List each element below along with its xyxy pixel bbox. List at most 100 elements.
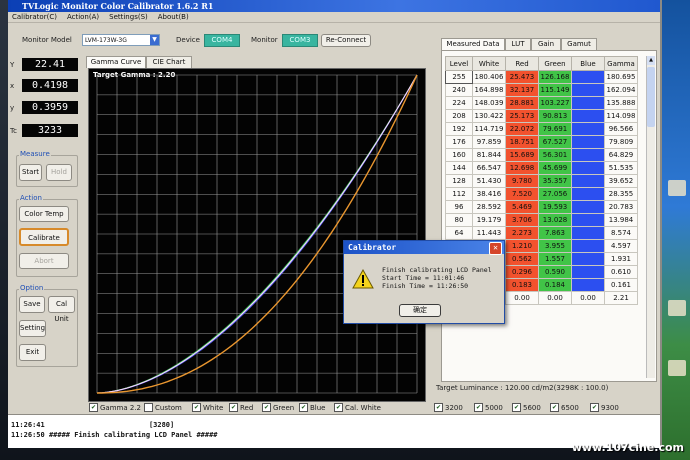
table-cell [571,109,605,123]
checkbox-icon[interactable]: ✔ [229,403,238,412]
reconnect-button[interactable]: Re-Connect [321,34,371,47]
table-row[interactable]: 240 164.898 32.137 115.149 162.094 [445,83,638,97]
table-row[interactable]: 208 130.422 25.173 90.813 114.098 [445,109,638,123]
check-label: Blue [310,403,326,412]
menu-about[interactable]: About(B) [158,12,189,22]
table-cell: 20.783 [604,200,638,214]
app-window: TVLogic Monitor Color Calibrator 1.6.2 R… [8,0,662,448]
checkbox-icon[interactable] [144,403,153,412]
check-lum-9300[interactable]: ✔ 9300 [590,403,619,412]
x-readout: 0.4198 [22,79,78,92]
readout-label: Tc [10,127,17,135]
table-row[interactable]: 128 51.430 9.780 35.357 39.652 [445,174,638,188]
menu-calibrator[interactable]: Calibrator(C) [12,12,57,22]
table-cell: 13.028 [538,213,572,227]
check-cal-white[interactable]: ✔ Cal. White [334,403,381,412]
check-custom[interactable]: Custom [144,403,182,412]
table-cell [571,187,605,201]
table-cell [571,96,605,110]
table-cell: 96 [445,200,473,214]
desktop-icon[interactable] [668,300,686,316]
monitor-model-select[interactable]: LVM-173W-3G ▼ [82,34,160,46]
table-cell [571,265,605,279]
check-lum-3200[interactable]: ✔ 3200 [434,403,463,412]
table-cell: 13.984 [604,213,638,227]
ok-button[interactable]: 确定 [399,304,441,317]
table-cell: 3.706 [505,213,539,227]
check-label: Cal. White [345,403,381,412]
table-cell [571,148,605,162]
tab-cie-chart[interactable]: CIE Chart [146,56,192,68]
checkbox-icon[interactable]: ✔ [474,403,483,412]
scrollbar-thumb[interactable] [647,67,655,127]
checkbox-icon[interactable]: ✔ [192,403,201,412]
abort-button[interactable]: Abort [19,253,69,269]
save-button[interactable]: Save [19,296,45,313]
table-row[interactable]: 112 38.416 7.520 27.056 28.355 [445,187,638,201]
hold-button[interactable]: Hold [46,164,72,181]
checkbox-icon[interactable]: ✔ [550,403,559,412]
log-text: ##### Finish calibrating LCD Panel ##### [48,431,218,439]
table-cell: 64.829 [604,148,638,162]
table-cell: 22.072 [505,122,539,136]
menu-settings[interactable]: Settings(S) [109,12,148,22]
check-blue[interactable]: ✔ Blue [299,403,326,412]
table-cell: 35.357 [538,174,572,188]
table-cell: 66.547 [472,161,506,175]
table-scrollbar[interactable]: ▲ [646,56,655,378]
checkbox-icon[interactable]: ✔ [434,403,443,412]
check-gamma-22[interactable]: ✔ Gamma 2.2 [89,403,141,412]
table-row[interactable]: 144 66.547 12.698 45.699 51.535 [445,161,638,175]
table-row[interactable]: 176 97.859 18.751 67.527 79.809 [445,135,638,149]
tab-gamma-curve[interactable]: Gamma Curve [86,56,146,68]
chevron-down-icon[interactable]: ▼ [150,35,159,45]
table-cell: 28.355 [604,187,638,201]
check-lum-5000[interactable]: ✔ 5000 [474,403,503,412]
table-row[interactable]: 64 11.443 2.273 7.863 8.574 [445,226,638,240]
monitor-label: Monitor [251,36,278,44]
table-cell: 1.557 [538,252,572,266]
table-row[interactable]: 224 148.039 28.881 103.227 135.888 [445,96,638,110]
check-lum-6500[interactable]: ✔ 6500 [550,403,579,412]
setting-button[interactable]: Setting [19,320,46,337]
window-title: TVLogic Monitor Color Calibrator 1.6.2 R… [8,0,660,12]
checkbox-icon[interactable]: ✔ [512,403,521,412]
log-line: 11:26:50 ##### Finish calibrating LCD Pa… [11,431,218,439]
check-lum-5600[interactable]: ✔ 5600 [512,403,541,412]
column-header: Gamma [604,56,638,71]
table-cell: 0.00 [571,291,605,305]
table-cell: 0.590 [538,265,572,279]
check-green[interactable]: ✔ Green [262,403,294,412]
log-time: 11:26:50 [11,431,45,439]
table-row[interactable]: 160 81.844 15.689 56.301 64.829 [445,148,638,162]
close-icon[interactable]: ✕ [489,242,502,255]
check-white[interactable]: ✔ White [192,403,223,412]
start-button[interactable]: Start [19,164,42,181]
checkbox-icon[interactable]: ✔ [334,403,343,412]
table-cell: 208 [445,109,473,123]
checkbox-icon[interactable]: ✔ [590,403,599,412]
checkbox-icon[interactable]: ✔ [89,403,98,412]
exit-button[interactable]: Exit [19,344,46,361]
checkbox-icon[interactable]: ✔ [262,403,271,412]
table-cell [571,161,605,175]
desktop-icon[interactable] [668,360,686,376]
table-cell: 240 [445,83,473,97]
table-cell: 15.689 [505,148,539,162]
table-row[interactable]: 96 28.592 5.469 19.593 20.783 [445,200,638,214]
desktop-icon[interactable] [668,180,686,196]
cal-unit-button[interactable]: Cal Unit [48,296,75,323]
calibrate-button[interactable]: Calibrate [19,228,69,246]
table-cell: 7.863 [538,226,572,240]
table-row[interactable]: 80 19.179 3.706 13.028 13.984 [445,213,638,227]
column-header: Green [538,56,572,71]
check-red[interactable]: ✔ Red [229,403,253,412]
menu-action[interactable]: Action(A) [67,12,99,22]
checkbox-icon[interactable]: ✔ [299,403,308,412]
gamma-plot [96,74,418,394]
warning-icon [352,269,374,289]
table-row[interactable]: 192 114.719 22.072 79.691 96.566 [445,122,638,136]
table-row[interactable]: 255 180.406 25.473 126.168 180.695 [445,70,638,84]
chevron-up-icon[interactable]: ▲ [647,56,655,65]
color-temp-button[interactable]: Color Temp [19,206,69,222]
